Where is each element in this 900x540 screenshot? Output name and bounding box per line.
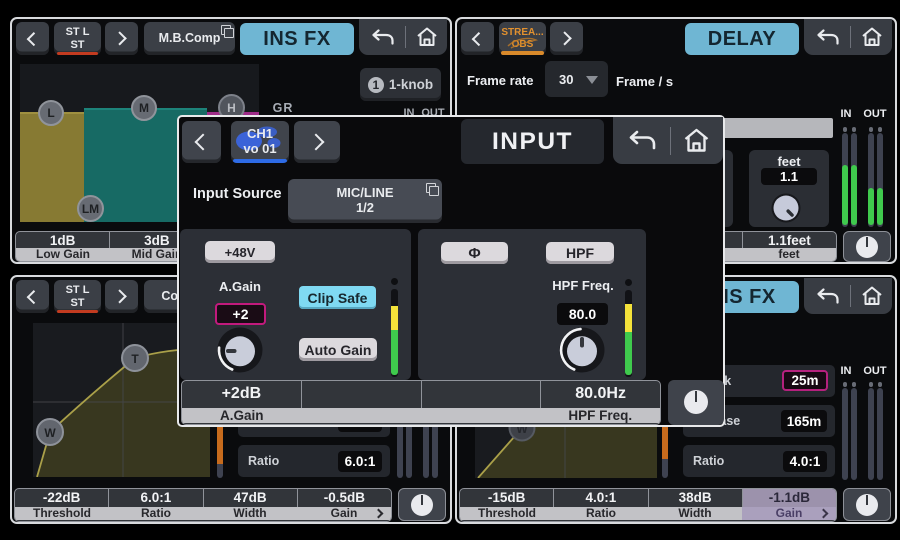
svg-text:W: W [44,426,56,440]
svg-text:T: T [131,352,139,366]
